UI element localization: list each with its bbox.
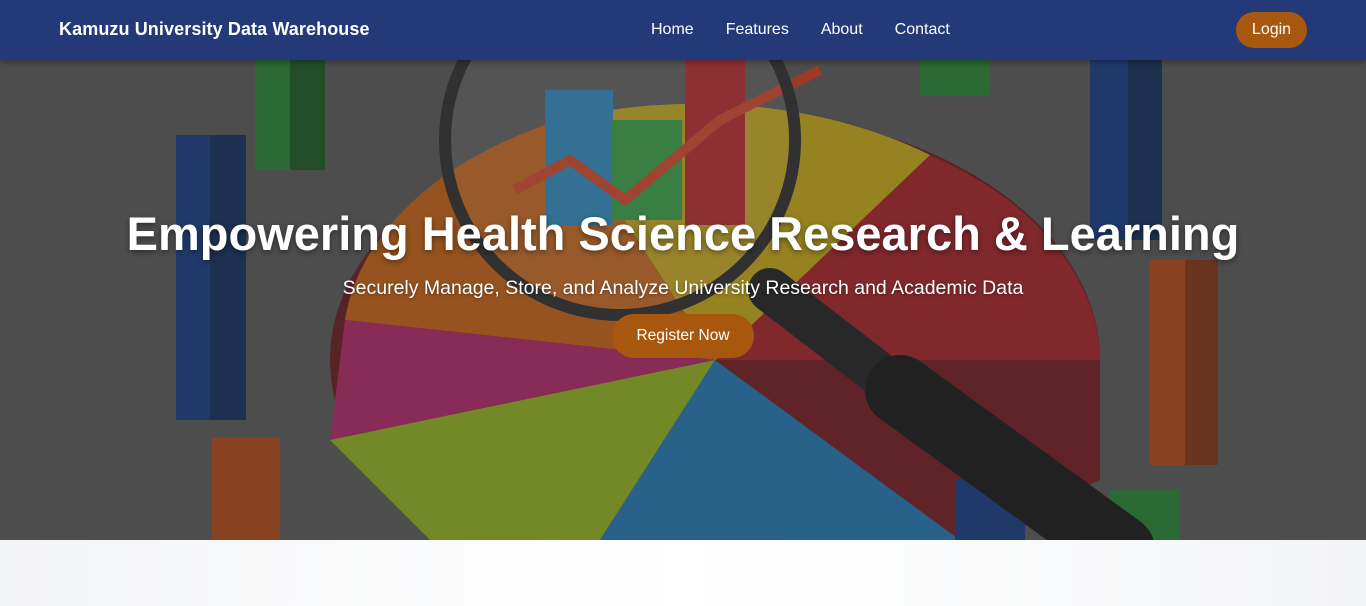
nav-link-about[interactable]: About: [805, 0, 879, 60]
login-button[interactable]: Login: [1236, 12, 1307, 48]
site-brand[interactable]: Kamuzu University Data Warehouse: [59, 19, 370, 40]
register-now-button[interactable]: Register Now: [612, 314, 754, 358]
nav-link-features[interactable]: Features: [710, 0, 805, 60]
hero-subtitle: Securely Manage, Store, and Analyze Univ…: [342, 277, 1024, 299]
hero-overlay: [0, 60, 1366, 540]
hero-section: Empowering Health Science Research & Lea…: [0, 60, 1366, 540]
nav-link-contact[interactable]: Contact: [879, 0, 966, 60]
nav-links: Home Features About Contact: [635, 0, 966, 60]
hero-title: Empowering Health Science Research & Lea…: [126, 207, 1240, 260]
nav-link-home[interactable]: Home: [635, 0, 710, 60]
below-hero-section: [0, 540, 1366, 606]
top-navbar: Kamuzu University Data Warehouse Home Fe…: [0, 0, 1366, 60]
